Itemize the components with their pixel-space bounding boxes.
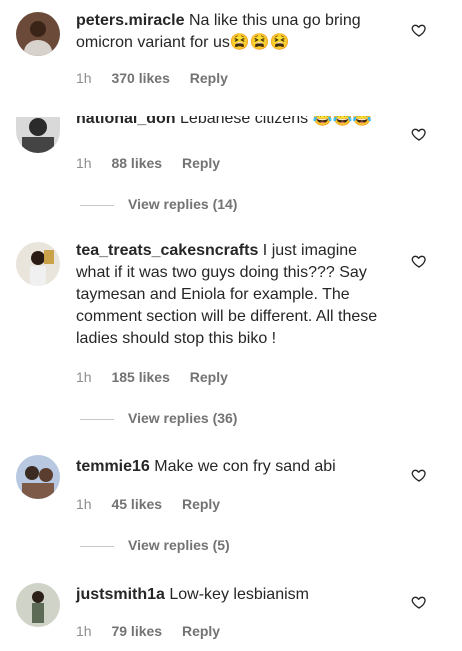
comment-time: 1h — [76, 369, 92, 385]
heart-outline-icon[interactable] — [411, 253, 427, 269]
comment-username[interactable]: peters.miracle — [76, 12, 185, 29]
reply-button[interactable]: Reply — [182, 496, 220, 512]
comment-likes[interactable]: 79 likes — [111, 623, 162, 639]
reply-button[interactable]: Reply — [182, 623, 220, 639]
comment-meta: 1h 370 likes Reply — [76, 70, 244, 86]
comment-body: Make we con fry sand abi — [154, 458, 336, 475]
comment-likes[interactable]: 370 likes — [111, 70, 169, 86]
reply-button[interactable]: Reply — [190, 70, 228, 86]
comment-likes[interactable]: 185 likes — [111, 369, 169, 385]
comment-time: 1h — [76, 623, 92, 639]
comment-meta: 1h 88 likes Reply — [76, 155, 236, 171]
comment-text: temmie16 Make we con fry sand abi — [76, 456, 394, 478]
replies-divider — [80, 418, 114, 420]
view-replies-label[interactable]: View replies (14) — [128, 196, 237, 212]
replies-divider — [80, 204, 114, 206]
heart-outline-icon[interactable] — [411, 126, 427, 142]
avatar[interactable] — [16, 583, 60, 627]
view-replies-label[interactable]: View replies (5) — [128, 537, 230, 553]
comment-username[interactable]: justsmith1a — [76, 586, 165, 603]
comment-username[interactable]: national_don — [76, 116, 176, 127]
comment-username[interactable]: temmie16 — [76, 458, 150, 475]
replies-divider — [80, 545, 114, 547]
comment-text: tea_treats_cakesncrafts I just imagine w… — [76, 240, 394, 350]
view-replies-label[interactable]: View replies (36) — [128, 410, 237, 426]
comment-username[interactable]: tea_treats_cakesncrafts — [76, 242, 258, 259]
comment-meta: 1h 79 likes Reply — [76, 623, 236, 639]
comment-text: national_don Lebanese citizens 😂😂😂 — [0, 116, 462, 138]
comment-time: 1h — [76, 496, 92, 512]
comment-text: peters.miracle Na like this una go bring… — [76, 10, 394, 54]
view-replies-button[interactable]: View replies (14) — [80, 196, 237, 212]
reply-button[interactable]: Reply — [182, 155, 220, 171]
heart-outline-icon[interactable] — [411, 22, 427, 38]
comment-meta: 1h 45 likes Reply — [76, 496, 236, 512]
avatar[interactable] — [16, 455, 60, 499]
avatar[interactable] — [16, 12, 60, 56]
view-replies-button[interactable]: View replies (36) — [80, 410, 237, 426]
comment-time: 1h — [76, 155, 92, 171]
reply-button[interactable]: Reply — [190, 369, 228, 385]
comment-body: Low-key lesbianism — [169, 586, 309, 603]
comment-time: 1h — [76, 70, 92, 86]
comment-meta: 1h 185 likes Reply — [76, 369, 244, 385]
avatar[interactable] — [16, 242, 60, 286]
comment-body: Lebanese citizens 😂😂😂 — [180, 116, 373, 127]
comment-text: justsmith1a Low-key lesbianism — [76, 584, 394, 606]
heart-outline-icon[interactable] — [411, 594, 427, 610]
view-replies-button[interactable]: View replies (5) — [80, 537, 230, 553]
comment-likes[interactable]: 45 likes — [111, 496, 162, 512]
heart-outline-icon[interactable] — [411, 467, 427, 483]
comment-likes[interactable]: 88 likes — [111, 155, 162, 171]
